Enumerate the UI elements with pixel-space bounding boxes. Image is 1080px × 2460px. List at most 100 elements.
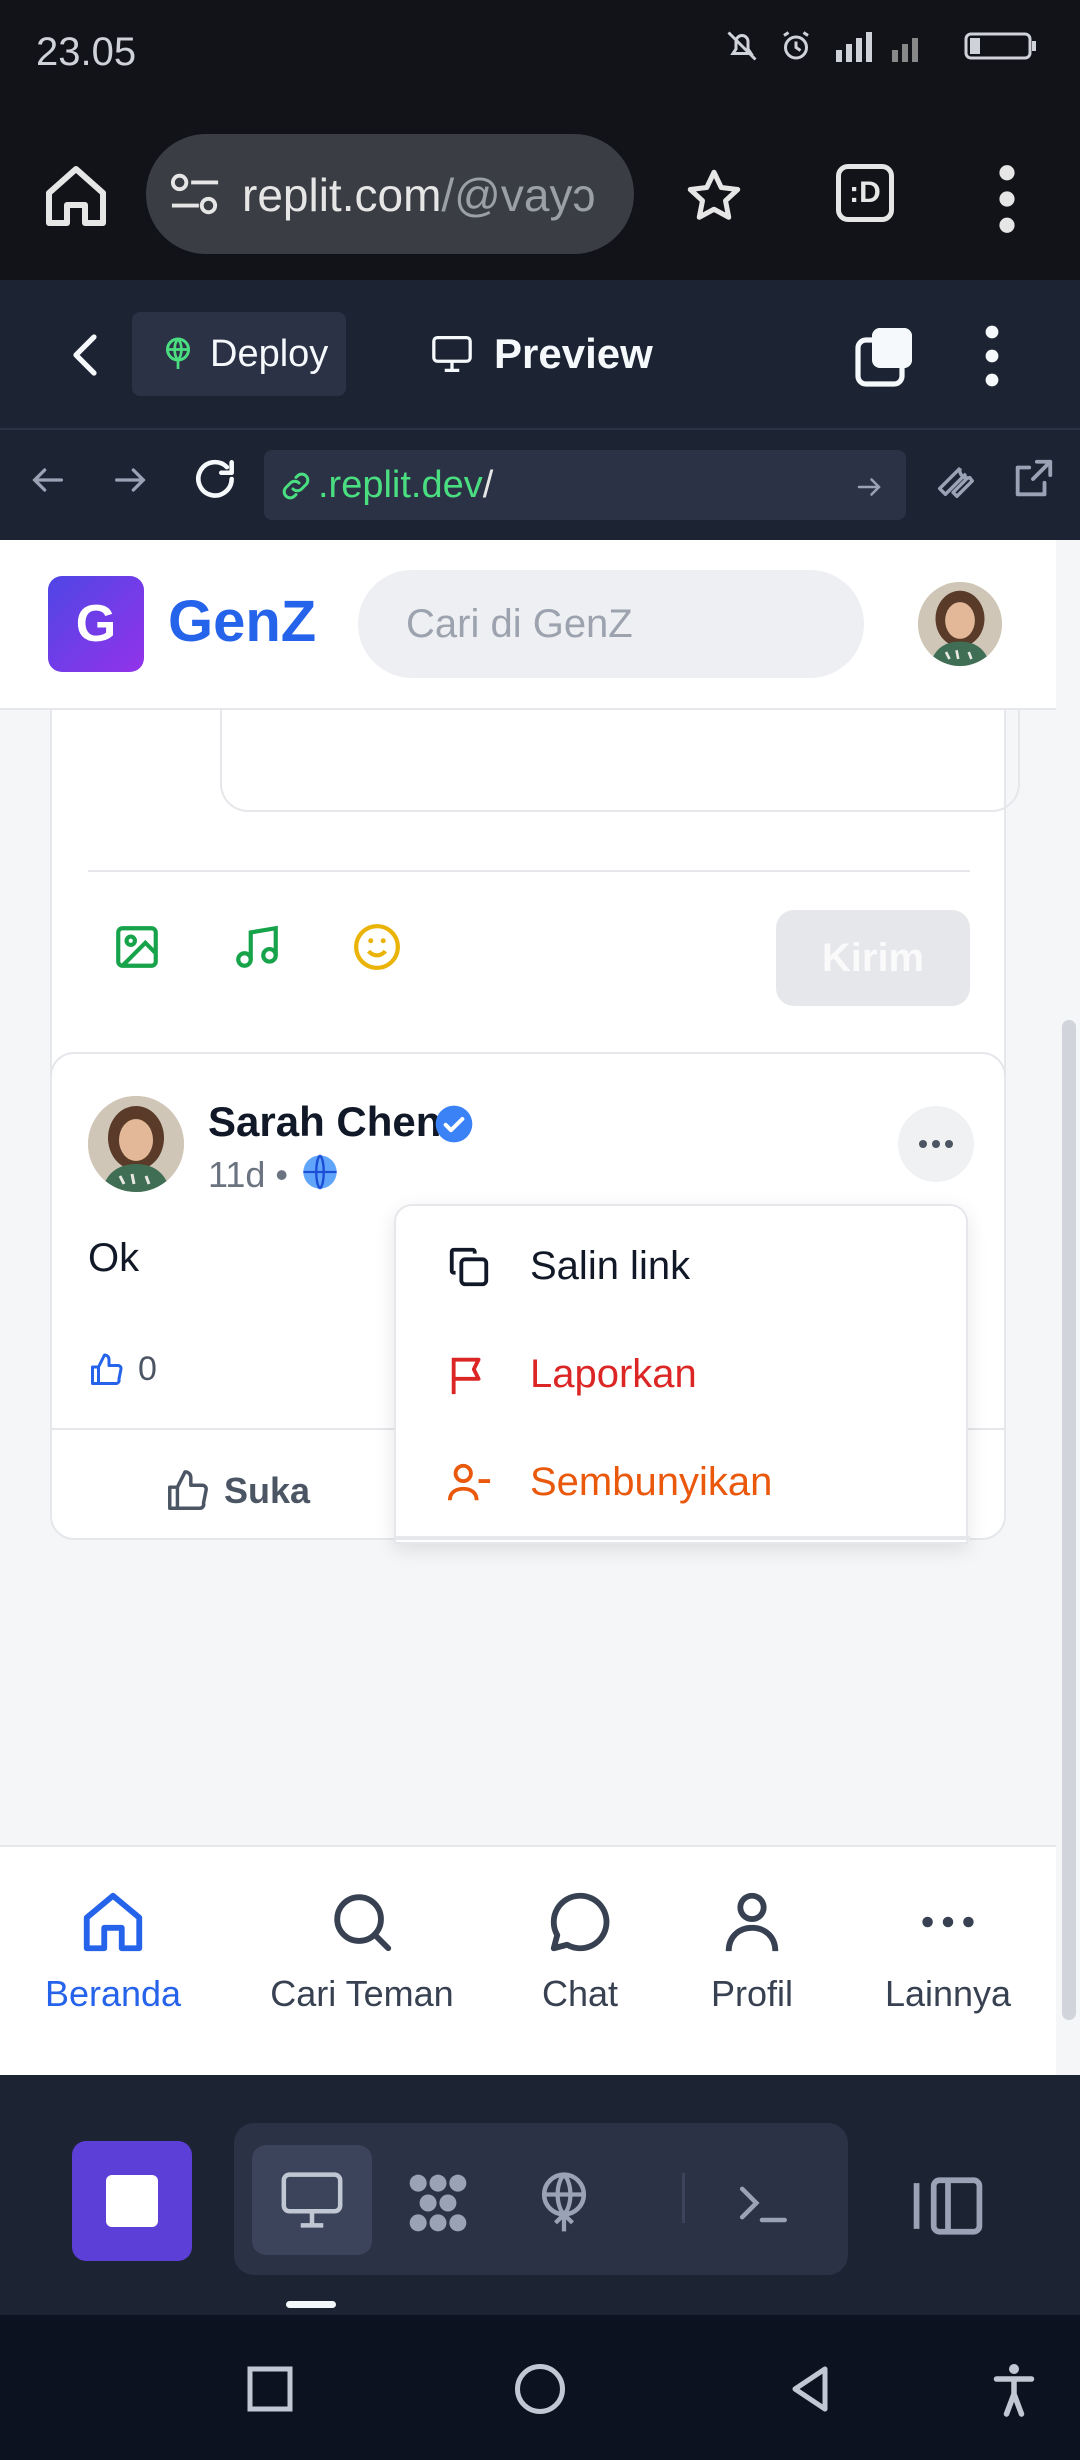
url-path: /@vayɔ bbox=[441, 169, 596, 221]
terminal-icon bbox=[739, 2186, 787, 2223]
reload-icon[interactable] bbox=[190, 454, 240, 504]
like-count: 0 bbox=[88, 1350, 157, 1389]
site-settings-icon[interactable] bbox=[170, 172, 220, 216]
more-icon bbox=[922, 1916, 974, 1928]
bottom-navigation: Beranda Cari Teman Chat Profil Lainnya bbox=[0, 1845, 1056, 2075]
layers-icon[interactable] bbox=[852, 324, 916, 388]
menu-item-copy-link[interactable]: Salin link bbox=[396, 1216, 970, 1316]
system-icons bbox=[724, 28, 1040, 64]
signal-icon bbox=[836, 32, 918, 62]
like-button[interactable]: Suka bbox=[164, 1468, 310, 1514]
panel-toggle-icon[interactable] bbox=[908, 2171, 988, 2241]
deploy-globe-icon bbox=[166, 337, 190, 369]
music-icon[interactable] bbox=[232, 922, 282, 972]
send-button[interactable]: Kirim bbox=[776, 910, 970, 1006]
wrench-icon[interactable] bbox=[932, 456, 978, 502]
home-circle-icon[interactable] bbox=[510, 2359, 570, 2419]
flag-icon bbox=[451, 1357, 481, 1395]
nav-item-chat[interactable]: Chat bbox=[530, 1887, 630, 2015]
thumbs-up-icon bbox=[168, 1470, 208, 1510]
menu-item-hide[interactable]: Sembunyikan bbox=[396, 1432, 970, 1532]
webview-nav-bar: .replit.dev/ bbox=[0, 430, 1080, 540]
menu-item-report[interactable]: Laporkan bbox=[396, 1324, 970, 1424]
webview-url-field[interactable]: .replit.dev/ bbox=[264, 450, 906, 520]
browser-url-text: replit.com/@vayɔ bbox=[242, 168, 622, 222]
open-external-icon[interactable] bbox=[1010, 456, 1056, 502]
arrow-right-icon[interactable] bbox=[110, 460, 150, 500]
deploy-button[interactable]: Deploy bbox=[132, 312, 346, 396]
recent-apps-icon[interactable] bbox=[240, 2359, 300, 2419]
app-header: G GenZ bbox=[0, 540, 1056, 710]
nav-label: Beranda bbox=[44, 1973, 182, 2014]
webview-url-slash: / bbox=[482, 464, 494, 506]
menu-item-label: Sembunyikan bbox=[530, 1460, 773, 1504]
nav-label: Chat bbox=[541, 1973, 619, 2014]
webview-url-text: .replit.dev/ bbox=[318, 464, 493, 507]
like-label: Suka bbox=[224, 1470, 311, 1511]
webview-tool-button[interactable] bbox=[252, 2145, 372, 2255]
deploy-label: Deploy bbox=[210, 332, 329, 375]
chat-icon bbox=[550, 1892, 610, 1952]
status-time: 23.05 bbox=[36, 30, 137, 74]
browser-menu-icon[interactable] bbox=[992, 164, 1022, 234]
apps-tool-button[interactable] bbox=[378, 2145, 498, 2255]
copy-icon bbox=[449, 1247, 489, 1287]
shell-tool-button[interactable] bbox=[702, 2145, 822, 2255]
nav-item-home[interactable]: Beranda bbox=[38, 1887, 188, 2015]
like-count-value: 0 bbox=[138, 1350, 157, 1388]
post-options-button[interactable] bbox=[898, 1106, 974, 1182]
menu-divider bbox=[396, 1536, 970, 1540]
user-minus-icon bbox=[447, 1463, 491, 1501]
image-icon[interactable] bbox=[112, 922, 162, 972]
post-author[interactable]: Sarah Chen bbox=[208, 1098, 441, 1146]
tool-divider bbox=[682, 2173, 685, 2223]
arrow-left-icon[interactable] bbox=[28, 460, 68, 500]
user-icon bbox=[725, 1892, 779, 1952]
tab-preview[interactable]: Preview bbox=[430, 312, 653, 396]
avatar[interactable] bbox=[918, 582, 1002, 666]
grid-apps-icon bbox=[409, 2174, 467, 2232]
stop-icon bbox=[106, 2175, 158, 2227]
deployments-tool-button[interactable] bbox=[504, 2145, 624, 2255]
search-input[interactable] bbox=[358, 570, 864, 678]
nav-item-profile[interactable]: Profil bbox=[702, 1887, 802, 2015]
menu-item-label: Salin link bbox=[530, 1244, 691, 1288]
verified-badge-icon bbox=[435, 1105, 473, 1143]
emoji-icon[interactable] bbox=[352, 922, 402, 972]
nav-label: Cari Teman bbox=[270, 1973, 454, 2014]
active-tab-indicator bbox=[286, 2301, 336, 2308]
replit-menu-icon[interactable] bbox=[978, 324, 1006, 388]
app-logo[interactable]: G bbox=[48, 576, 144, 672]
scrollbar[interactable] bbox=[1062, 1020, 1076, 2020]
accessibility-icon[interactable] bbox=[984, 2359, 1044, 2419]
post-text: Ok bbox=[88, 1236, 140, 1280]
tab-switcher-button[interactable]: :D bbox=[836, 164, 894, 222]
globe-icon bbox=[303, 1154, 337, 1190]
post-time: 11d • bbox=[208, 1154, 288, 1195]
back-triangle-icon[interactable] bbox=[780, 2359, 840, 2419]
stop-button[interactable] bbox=[72, 2141, 192, 2261]
status-bar: 23.05 bbox=[0, 0, 1080, 110]
link-icon bbox=[282, 472, 310, 500]
nav-item-search-friends[interactable]: Cari Teman bbox=[262, 1887, 462, 2015]
nav-item-more[interactable]: Lainnya bbox=[880, 1887, 1016, 2015]
workspace-toolbar bbox=[0, 2075, 1080, 2315]
alarm-icon bbox=[783, 31, 809, 60]
browser-url-bar[interactable]: replit.com/@vayɔ bbox=[146, 134, 634, 254]
replit-toolbar: Deploy Preview bbox=[0, 280, 1080, 430]
android-navigation-bar bbox=[0, 2315, 1080, 2460]
go-arrow-icon[interactable] bbox=[854, 472, 884, 502]
mute-icon bbox=[727, 31, 757, 61]
monitor-icon bbox=[281, 2172, 343, 2228]
app-viewport: Kirim Sarah Chen 11d • Ok 0 Suka Salin l… bbox=[0, 540, 1080, 2075]
webview-url-domain: .replit.dev bbox=[318, 464, 483, 506]
home-icon[interactable] bbox=[40, 160, 112, 232]
bookmark-star-icon[interactable] bbox=[684, 166, 744, 226]
avatar[interactable] bbox=[88, 1096, 184, 1192]
chevron-left-icon[interactable] bbox=[66, 330, 106, 380]
home-icon bbox=[83, 1892, 143, 1952]
browser-toolbar: replit.com/@vayɔ :D bbox=[0, 110, 1080, 280]
app-brand[interactable]: GenZ bbox=[168, 588, 316, 655]
monitor-icon bbox=[432, 336, 472, 372]
nav-label: Lainnya bbox=[884, 1973, 1012, 2014]
